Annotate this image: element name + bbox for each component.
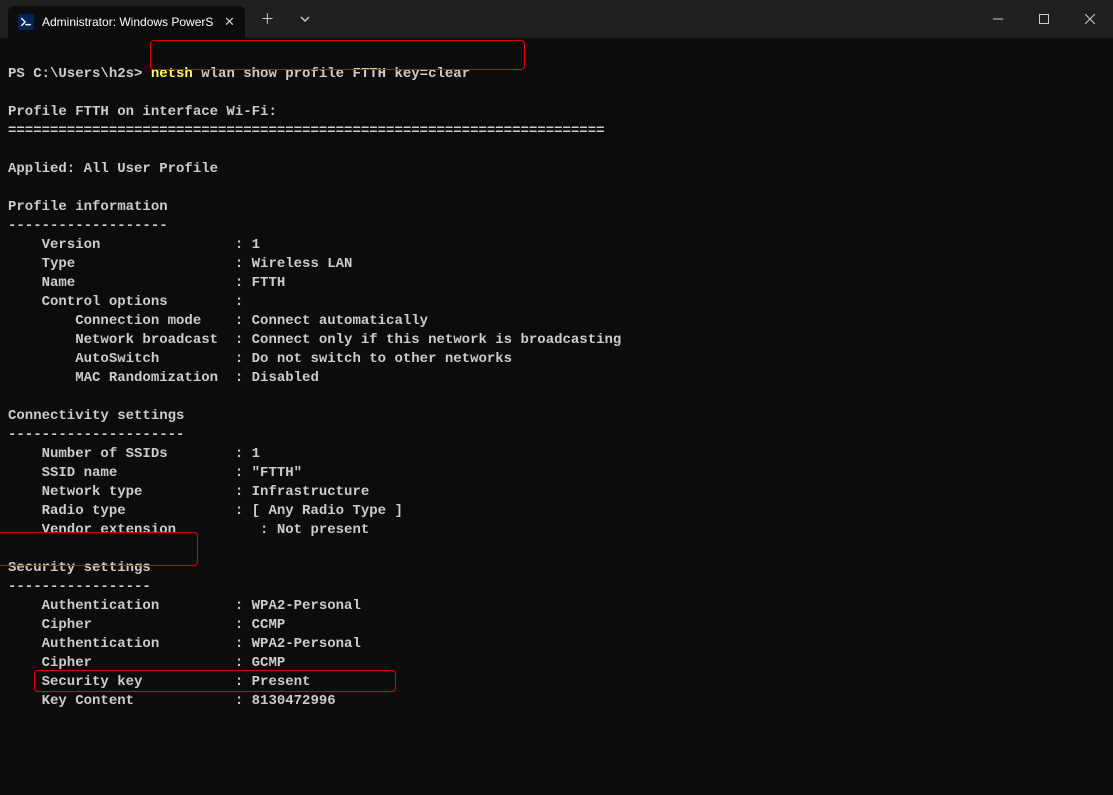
maximize-button[interactable]	[1021, 0, 1067, 38]
key-content-line: Key Content : 8130472996	[8, 693, 336, 709]
window-controls	[975, 0, 1113, 38]
auth1-line: Authentication : WPA2-Personal	[8, 598, 361, 614]
security-key-line: Security key : Present	[8, 674, 310, 690]
profile-info-divider: -------------------	[8, 218, 168, 234]
num-ssids-line: Number of SSIDs : 1	[8, 446, 260, 462]
titlebar: Administrator: Windows PowerS ✕ ＋	[0, 0, 1113, 38]
autoswitch-line: AutoSwitch : Do not switch to other netw…	[8, 351, 512, 367]
radio-type-line: Radio type : [ Any Radio Type ]	[8, 503, 403, 519]
control-options-line: Control options :	[8, 294, 243, 310]
terminal-output[interactable]: PS C:\Users\h2s> netsh wlan show profile…	[0, 38, 1113, 795]
cipher2-line: Cipher : GCMP	[8, 655, 285, 671]
connectivity-settings-divider: ---------------------	[8, 427, 184, 443]
cipher1-line: Cipher : CCMP	[8, 617, 285, 633]
new-tab-button[interactable]: ＋	[251, 3, 283, 35]
name-line: Name : FTTH	[8, 275, 285, 291]
security-settings-divider: -----------------	[8, 579, 151, 595]
security-settings-header: Security settings	[8, 560, 151, 576]
mac-randomization-line: MAC Randomization : Disabled	[8, 370, 319, 386]
powershell-icon	[18, 14, 34, 30]
type-line: Type : Wireless LAN	[8, 256, 352, 272]
command-netsh: netsh	[151, 66, 193, 82]
profile-info-header: Profile information	[8, 199, 168, 215]
minimize-button[interactable]	[975, 0, 1021, 38]
profile-header: Profile FTTH on interface Wi-Fi:	[8, 104, 277, 120]
divider: ========================================…	[8, 123, 605, 139]
close-tab-icon[interactable]: ✕	[221, 14, 237, 30]
tab-title: Administrator: Windows PowerS	[42, 15, 213, 29]
connectivity-settings-header: Connectivity settings	[8, 408, 184, 424]
network-broadcast-line: Network broadcast : Connect only if this…	[8, 332, 621, 348]
version-line: Version : 1	[8, 237, 260, 253]
ssid-name-line: SSID name : "FTTH"	[8, 465, 302, 481]
auth2-line: Authentication : WPA2-Personal	[8, 636, 361, 652]
tab-dropdown-button[interactable]	[289, 3, 321, 35]
close-window-button[interactable]	[1067, 0, 1113, 38]
command-args: wlan show profile FTTH key=clear	[193, 66, 470, 82]
tabs-area: Administrator: Windows PowerS ✕ ＋	[0, 0, 321, 38]
prompt: PS C:\Users\h2s>	[8, 66, 151, 82]
connection-mode-line: Connection mode : Connect automatically	[8, 313, 428, 329]
applied-line: Applied: All User Profile	[8, 161, 218, 177]
network-type-line: Network type : Infrastructure	[8, 484, 369, 500]
active-tab[interactable]: Administrator: Windows PowerS ✕	[8, 6, 245, 38]
vendor-extension-line: Vendor extension : Not present	[8, 522, 369, 538]
